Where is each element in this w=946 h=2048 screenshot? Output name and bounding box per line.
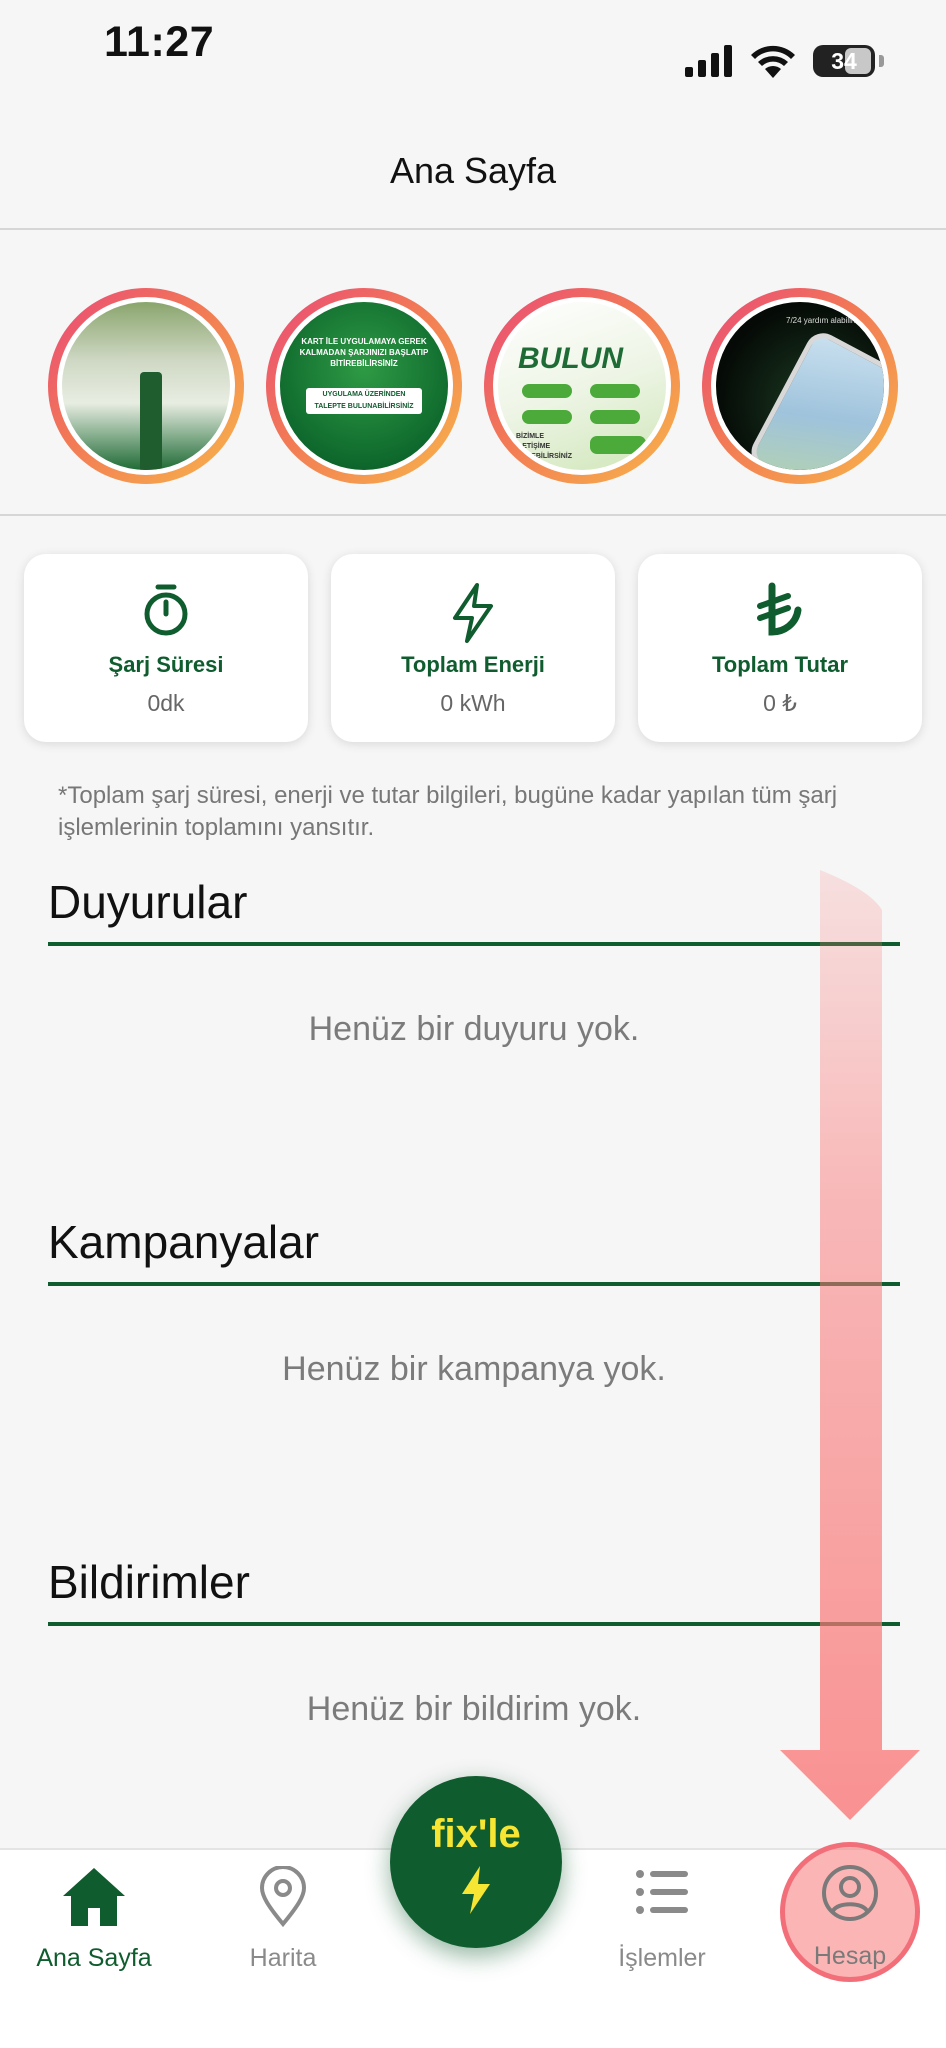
story-charging-station[interactable] — [48, 288, 244, 484]
stat-value: 0 kWh — [440, 690, 506, 716]
status-bar: 11:27 34 — [0, 0, 946, 110]
phone-image — [745, 326, 884, 470]
story-chip — [522, 410, 572, 424]
stat-card-charge-time: Şarj Süresi 0dk — [24, 554, 308, 742]
battery-tip — [879, 55, 884, 67]
page-header: Ana Sayfa — [0, 110, 946, 230]
empty-state-text: Henüz bir bildirim yok. — [306, 1690, 642, 1728]
cellular-signal-icon — [685, 45, 732, 77]
stat-label: Toplam Tutar — [711, 652, 849, 677]
section-title: Duyurular — [48, 876, 248, 928]
story-qr-charging[interactable]: KART İLE UYGULAMAYA GEREK KALMADAN ŞARJI… — [266, 288, 462, 484]
stat-value: 0 ₺ — [763, 690, 797, 716]
nav-label: Harita — [249, 1944, 317, 1972]
story-chip — [522, 384, 572, 398]
status-time: 11:27 — [104, 18, 215, 66]
section-divider — [48, 1282, 900, 1286]
page-title: Ana Sayfa — [389, 150, 557, 191]
lira-icon — [757, 582, 802, 636]
campaigns-section: Kampanyalar Henüz bir kampanya yok. — [48, 1210, 900, 1520]
section-title: Bildirimler — [48, 1556, 250, 1608]
story-contact[interactable]: BULUN BİZİMLE İLETİŞİME GEÇEBİLİRSİNİZ — [484, 288, 680, 484]
story-banner-text: UYGULAMA ÜZERİNDEN TALEPTE BULUNABİLİRSİ… — [314, 391, 414, 410]
story-heading: BULUN — [518, 342, 623, 375]
fab-label: fix'le — [431, 1812, 521, 1856]
lightning-icon — [453, 583, 493, 643]
nav-map[interactable]: Harita — [203, 1850, 363, 2000]
empty-state-text: Henüz bir kampanya yok. — [282, 1350, 666, 1388]
stats-row: Şarj Süresi 0dk Toplam Enerji 0 kWh Topl… — [24, 554, 922, 744]
story-image: BULUN BİZİMLE İLETİŞİME GEÇEBİLİRSİNİZ — [498, 302, 666, 470]
story-text: BİZİMLE İLETİŞİME GEÇEBİLİRSİNİZ — [516, 433, 573, 460]
nav-label: İşlemler — [618, 1944, 706, 1972]
battery-icon: 34 — [813, 45, 875, 77]
nav-account[interactable]: Hesap — [770, 1848, 930, 1998]
empty-state-text: Henüz bir duyuru yok. — [308, 1010, 640, 1048]
fixle-charge-button[interactable]: fix'le — [390, 1776, 562, 1948]
stories-row: KART İLE UYGULAMAYA GEREK KALMADAN ŞARJI… — [0, 230, 946, 516]
stat-label: Toplam Enerji — [401, 652, 545, 677]
announcements-section: Duyurular Henüz bir duyuru yok. — [48, 870, 900, 1180]
section-title: Kampanyalar — [48, 1216, 320, 1268]
story-text: 7/24 yardım alabilirsiniz — [786, 316, 870, 325]
list-icon — [636, 1870, 688, 1914]
nav-label: Ana Sayfa — [36, 1944, 152, 1972]
stat-card-total-energy: Toplam Enerji 0 kWh — [331, 554, 615, 742]
story-chip — [590, 384, 640, 398]
notifications-section: Bildirimler Henüz bir bildirim yok. — [48, 1550, 900, 1810]
story-chip — [590, 410, 640, 424]
location-pin-icon — [259, 1866, 307, 1928]
section-divider — [48, 1622, 900, 1626]
story-map-app[interactable]: 7/24 yardım alabilirsiniz — [702, 288, 898, 484]
battery-level: 34 — [831, 47, 857, 74]
story-banner: UYGULAMA ÜZERİNDEN TALEPTE BULUNABİLİRSİ… — [306, 388, 422, 414]
charger-image — [140, 372, 162, 470]
status-icons: 34 — [685, 44, 884, 78]
stat-value: 0dk — [147, 690, 185, 716]
story-image: KART İLE UYGULAMAYA GEREK KALMADAN ŞARJI… — [280, 302, 448, 470]
nav-transactions[interactable]: İşlemler — [582, 1850, 742, 2000]
wifi-icon — [751, 45, 795, 78]
story-text: KART İLE UYGULAMAYA GEREK KALMADAN ŞARJI… — [299, 337, 429, 368]
stats-note: *Toplam şarj süresi, enerji ve tutar bil… — [58, 782, 838, 841]
stat-label: Şarj Süresi — [108, 652, 224, 677]
lightning-icon — [462, 1866, 490, 1914]
stopwatch-icon — [144, 584, 188, 636]
story-chip — [590, 436, 646, 454]
user-circle-icon — [822, 1865, 878, 1921]
section-divider — [48, 942, 900, 946]
story-image — [62, 302, 230, 470]
nav-home[interactable]: Ana Sayfa — [14, 1850, 174, 2000]
house-icon — [63, 1868, 125, 1926]
nav-label: Hesap — [813, 1942, 887, 1970]
stat-card-total-amount: Toplam Tutar 0 ₺ — [638, 554, 922, 742]
story-image: 7/24 yardım alabilirsiniz — [716, 302, 884, 470]
